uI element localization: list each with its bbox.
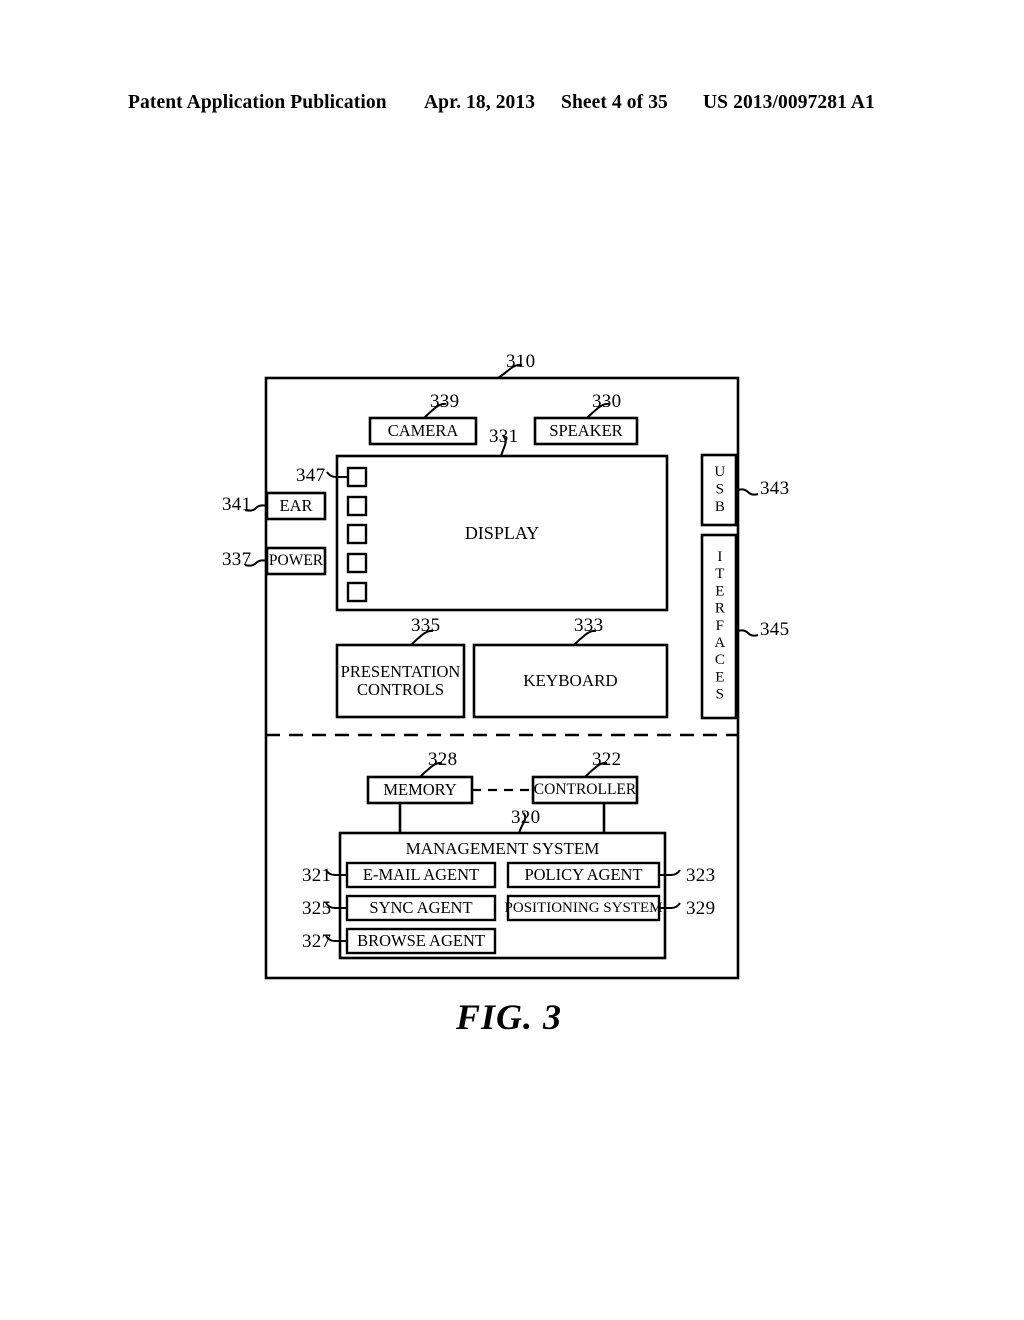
ref-330: 330 [592, 391, 622, 412]
ref-331: 331 [489, 426, 519, 447]
management-system-block-label: MANAGEMENT SYSTEM [405, 839, 600, 859]
figure-caption: FIG. 3 [456, 997, 563, 1037]
usb-block-label-text: USB [711, 463, 728, 517]
ref-310: 310 [506, 351, 536, 372]
lead-345 [737, 629, 759, 637]
ear-block-label: EAR [279, 495, 313, 515]
patent-figure-3: 310 339 330 331 347 341 337 343 345 335 … [0, 0, 1024, 1320]
ref-327: 327 [302, 931, 332, 952]
display-block-label: DISPLAY [464, 522, 540, 543]
usb-block-label: USB [702, 455, 736, 525]
keyboard-block-label: KEYBOARD [523, 671, 618, 691]
ref-320: 320 [511, 807, 541, 828]
ref-347: 347 [296, 465, 326, 486]
memory-block-label: MEMORY [383, 779, 457, 799]
lead-323 [659, 869, 681, 876]
presentation-controls-block-label: PRESENTATION CONTROLS [337, 645, 464, 717]
ref-337: 337 [222, 549, 252, 570]
ref-343: 343 [760, 478, 790, 499]
speaker-block-label: SPEAKER [549, 420, 623, 440]
presentation-controls-line-2: CONTROLS [356, 680, 445, 699]
camera-block-label: CAMERA [387, 420, 459, 440]
power-block-label: POWER [268, 552, 324, 570]
policy-agent-block-label: POLICY AGENT [524, 864, 643, 884]
ref-328: 328 [428, 749, 458, 770]
browse-agent-block-label: BROWSE AGENT [357, 930, 485, 950]
positioning-system-block-label: POSITIONING SYSTEM [504, 899, 663, 916]
ref-329: 329 [686, 898, 716, 919]
lead-343 [737, 488, 759, 496]
ref-325: 325 [302, 898, 332, 919]
ref-339: 339 [430, 391, 460, 412]
ref-321: 321 [302, 865, 332, 886]
controller-block-label: CONTROLLER [533, 781, 637, 799]
ref-335: 335 [411, 615, 441, 636]
ref-341: 341 [222, 494, 252, 515]
ref-345: 345 [760, 619, 790, 640]
presentation-controls-line-1: PRESENTATION [340, 661, 461, 681]
interfaces-block-label-text: ITERFACES [711, 549, 728, 704]
sync-agent-block-label: SYNC AGENT [369, 897, 473, 917]
ref-322: 322 [592, 749, 622, 770]
ref-333: 333 [574, 615, 604, 636]
email-agent-block-label: E-MAIL AGENT [362, 864, 480, 884]
ref-323: 323 [686, 865, 716, 886]
interfaces-block-label: ITERFACES [702, 535, 736, 718]
